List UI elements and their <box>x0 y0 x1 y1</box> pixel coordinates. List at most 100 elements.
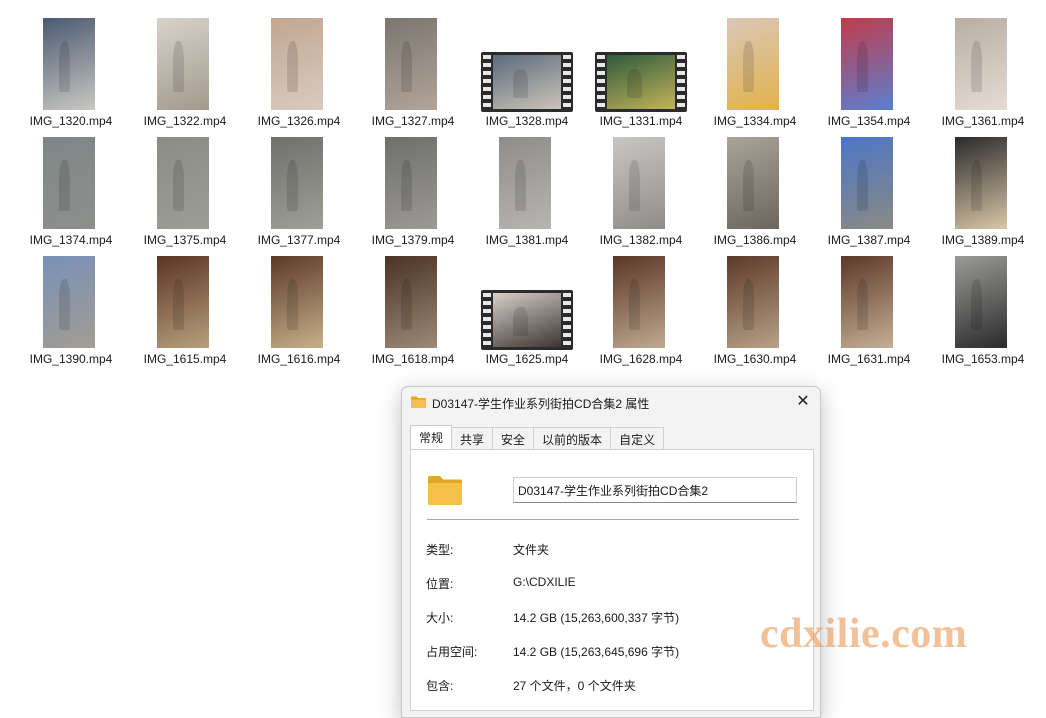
thumbnail-image <box>613 256 665 348</box>
file-item[interactable]: IMG_1327.mp4 <box>356 18 470 137</box>
folder-icon <box>411 396 426 408</box>
file-item[interactable]: IMG_1386.mp4 <box>698 137 812 256</box>
file-item[interactable]: IMG_1618.mp4 <box>356 256 470 375</box>
thumbnail-scene <box>157 256 209 348</box>
thumbnail-image <box>271 18 323 110</box>
dialog-title: D03147-学生作业系列街拍CD合集2 属性 <box>432 397 650 411</box>
file-item[interactable]: IMG_1374.mp4 <box>14 137 128 256</box>
video-thumbnail <box>481 290 573 350</box>
thumbnail-image <box>955 256 1007 348</box>
thumbnail-image <box>271 137 323 229</box>
property-key: 占用空间: <box>426 645 478 659</box>
property-key: 类型: <box>426 543 454 557</box>
tab-previous-versions[interactable]: 以前的版本 <box>533 427 612 450</box>
file-item[interactable]: IMG_1361.mp4 <box>926 18 1040 137</box>
file-item[interactable]: IMG_1326.mp4 <box>242 18 356 137</box>
file-item[interactable]: IMG_1625.mp4 <box>470 256 584 375</box>
thumbnail-scene <box>43 137 95 229</box>
file-item[interactable]: IMG_1616.mp4 <box>242 256 356 375</box>
thumbnail-image <box>493 293 561 347</box>
file-item[interactable]: IMG_1375.mp4 <box>128 137 242 256</box>
property-size-on-disk: 占用空间: 14.2 GB (15,263,645,696 字节) <box>411 643 813 659</box>
thumbnail-image <box>727 256 779 348</box>
thumbnail-image <box>385 137 437 229</box>
file-item[interactable]: IMG_1390.mp4 <box>14 256 128 375</box>
dialog-titlebar[interactable]: D03147-学生作业系列街拍CD合集2 属性 ✕ <box>402 387 820 419</box>
large-folder-icon <box>428 476 462 505</box>
tab-sharing[interactable]: 共享 <box>451 427 494 450</box>
property-contains: 包含: 27 个文件，0 个文件夹 <box>411 677 813 693</box>
thumbnail-scene <box>613 256 665 348</box>
thumbnail-image <box>385 18 437 110</box>
thumbnail-image <box>43 137 95 229</box>
thumbnail-scene <box>955 256 1007 348</box>
tab-customize[interactable]: 自定义 <box>610 427 665 450</box>
tab-security[interactable]: 安全 <box>492 427 535 450</box>
thumbnail-scene <box>43 256 95 348</box>
thumbnail-image <box>271 256 323 348</box>
thumbnail-scene <box>613 137 665 229</box>
close-button[interactable]: ✕ <box>792 391 814 413</box>
watermark: cdxilie.com <box>760 611 968 657</box>
film-strip-icon <box>483 55 491 109</box>
thumbnail-image <box>727 18 779 110</box>
file-item[interactable]: IMG_1331.mp4 <box>584 18 698 137</box>
properties-dialog: D03147-学生作业系列街拍CD合集2 属性 ✕ 常规 共享 安全 以前的版本… <box>401 386 821 718</box>
thumbnail-scene <box>157 137 209 229</box>
thumbnail-scene <box>727 137 779 229</box>
thumbnail-image <box>493 55 561 109</box>
property-size: 大小: 14.2 GB (15,263,600,337 字节) <box>411 609 813 625</box>
video-frame <box>493 55 561 109</box>
thumbnail-image <box>43 18 95 110</box>
thumbnail-image <box>613 137 665 229</box>
video-frame <box>493 293 561 347</box>
property-value: 14.2 GB (15,263,645,696 字节) <box>513 645 680 659</box>
file-item[interactable]: IMG_1631.mp4 <box>812 256 926 375</box>
thumbnail-image <box>499 137 551 229</box>
thumbnail-scene <box>385 137 437 229</box>
property-location: 位置: G:\CDXILIE <box>411 575 813 591</box>
file-item[interactable]: IMG_1382.mp4 <box>584 137 698 256</box>
film-strip-icon <box>677 55 685 109</box>
thumbnail-scene <box>955 18 1007 110</box>
film-strip-icon <box>483 293 491 347</box>
property-key: 大小: <box>426 611 454 625</box>
thumbnail-image <box>43 256 95 348</box>
file-item[interactable]: IMG_1389.mp4 <box>926 137 1040 256</box>
video-thumbnail <box>481 52 573 112</box>
file-item[interactable]: IMG_1379.mp4 <box>356 137 470 256</box>
thumbnail-image <box>727 137 779 229</box>
film-strip-icon <box>597 55 605 109</box>
tab-general[interactable]: 常规 <box>410 425 453 450</box>
file-item[interactable]: IMG_1320.mp4 <box>14 18 128 137</box>
file-item[interactable]: IMG_1381.mp4 <box>470 137 584 256</box>
thumbnail-image <box>385 256 437 348</box>
file-name: IMG_1653.mp4 <box>941 352 1025 366</box>
video-frame <box>607 55 675 109</box>
thumbnail-image <box>157 137 209 229</box>
file-item[interactable]: IMG_1653.mp4 <box>926 256 1040 375</box>
property-value: 27 个文件，0 个文件夹 <box>513 679 636 693</box>
thumbnail-scene <box>841 137 893 229</box>
file-item[interactable]: IMG_1334.mp4 <box>698 18 812 137</box>
file-item[interactable]: IMG_1377.mp4 <box>242 137 356 256</box>
tab-bar: 常规 共享 安全 以前的版本 自定义 <box>410 425 665 450</box>
file-item[interactable]: IMG_1630.mp4 <box>698 256 812 375</box>
file-item[interactable]: IMG_1387.mp4 <box>812 137 926 256</box>
thumbnail-scene <box>157 18 209 110</box>
file-item[interactable]: IMG_1322.mp4 <box>128 18 242 137</box>
close-icon: ✕ <box>796 393 810 410</box>
thumbnail-scene <box>841 18 893 110</box>
file-item[interactable]: IMG_1328.mp4 <box>470 18 584 137</box>
film-strip-icon <box>563 293 571 347</box>
thumbnail-scene <box>271 256 323 348</box>
thumbnail-image <box>841 256 893 348</box>
folder-name-input[interactable] <box>513 477 797 503</box>
thumbnail-scene <box>727 18 779 110</box>
property-type: 类型: 文件夹 <box>411 541 813 557</box>
thumbnail-scene <box>271 137 323 229</box>
file-item[interactable]: IMG_1354.mp4 <box>812 18 926 137</box>
file-item[interactable]: IMG_1628.mp4 <box>584 256 698 375</box>
divider <box>427 519 799 520</box>
file-item[interactable]: IMG_1615.mp4 <box>128 256 242 375</box>
